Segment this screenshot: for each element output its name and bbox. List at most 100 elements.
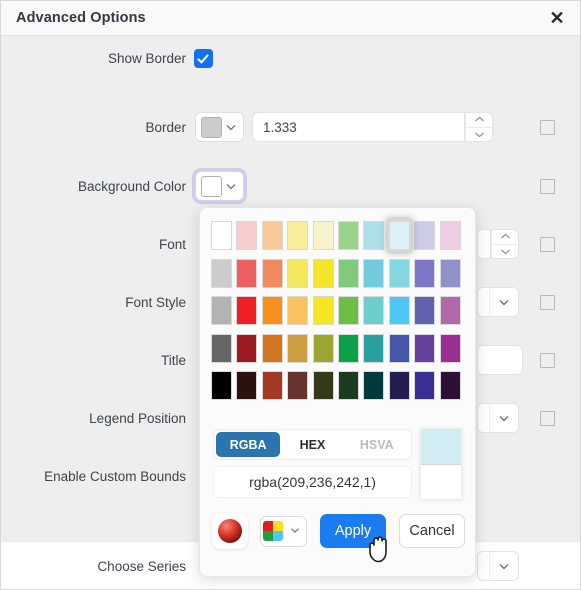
stepper-down-icon[interactable] [466,128,492,142]
font-size-stepper[interactable] [491,229,519,259]
chevron-down-icon [223,178,239,194]
color-swatch[interactable] [414,371,436,400]
color-swatch[interactable] [337,221,359,250]
color-swatch[interactable] [287,333,309,363]
color-swatch[interactable] [337,371,359,400]
color-preview [420,428,462,499]
color-swatch[interactable] [287,221,309,250]
apply-button[interactable]: Apply [320,514,386,548]
color-swatch[interactable] [236,296,258,325]
title-input[interactable] [477,345,523,375]
label-background-color: Background Color [77,178,186,194]
label-legend-position: Legend Position [89,410,186,426]
color-swatch[interactable] [211,221,232,250]
color-swatch[interactable] [312,371,334,400]
color-swatch[interactable] [363,221,385,250]
color-swatch[interactable] [261,221,283,250]
color-swatch[interactable] [211,258,232,288]
color-swatch[interactable] [439,221,461,250]
gradient-sphere-icon[interactable] [212,513,248,549]
color-swatch[interactable] [414,333,436,363]
color-swatch[interactable] [236,333,258,363]
tab-hex[interactable]: HEX [280,432,344,457]
background-color-override-checkbox[interactable] [540,178,555,194]
color-swatch[interactable] [388,296,410,325]
color-value-input[interactable]: rgba(209,236,242,1) [213,466,412,498]
color-swatch[interactable] [386,219,412,252]
label-enable-custom-bounds: Enable Custom Bounds [44,468,186,484]
color-swatch[interactable] [363,296,385,325]
color-swatch[interactable] [261,296,283,325]
tab-rgba[interactable]: RGBA [216,432,281,457]
color-swatch[interactable] [388,333,410,363]
color-preview-alpha [421,465,461,499]
control-legend-position [477,403,519,433]
font-override-checkbox[interactable] [540,236,555,252]
row-background-color: Background Color [1,166,580,206]
color-swatch[interactable] [211,371,232,400]
color-swatch[interactable] [337,333,359,363]
color-swatch[interactable] [414,296,436,325]
font-size-input[interactable] [477,229,491,259]
tab-hsva[interactable]: HSVA [345,432,409,457]
color-swatch[interactable] [414,258,436,288]
color-swatch[interactable] [363,371,385,400]
picker-button-row: Apply Cancel [212,513,465,549]
color-swatch[interactable] [287,371,309,400]
color-swatch[interactable] [312,221,334,250]
color-swatch[interactable] [388,371,410,400]
palette-quad-button[interactable] [260,515,307,547]
color-swatch[interactable] [211,296,232,325]
advanced-options-dialog: Advanced Options ✕ Show Border Border 1.… [0,0,581,590]
color-swatch[interactable] [261,333,283,363]
border-color-swatch-button[interactable] [195,112,244,142]
color-swatch[interactable] [312,258,334,288]
color-swatch[interactable] [211,333,232,363]
choose-series-select[interactable] [477,551,519,581]
color-swatch[interactable] [439,296,461,325]
stepper-up-icon[interactable] [466,113,492,128]
color-swatch[interactable] [363,333,385,363]
stepper-up-icon[interactable] [492,230,518,245]
legend-position-select[interactable] [477,403,519,433]
background-color-swatch-button[interactable] [195,171,244,201]
color-palette-grid [211,219,464,402]
control-font-style [477,287,519,317]
color-swatch[interactable] [363,258,385,288]
show-border-checkbox[interactable] [195,49,212,67]
color-swatch[interactable] [261,371,283,400]
stepper-down-icon[interactable] [492,245,518,259]
label-title: Title [160,352,186,368]
legend-position-override-checkbox[interactable] [540,410,555,426]
close-icon[interactable]: ✕ [546,7,568,29]
border-override-checkbox[interactable] [540,119,555,135]
color-swatch[interactable] [337,296,359,325]
color-swatch[interactable] [337,258,359,288]
border-width-input[interactable]: 1.333 [252,112,465,142]
color-swatch[interactable] [312,296,334,325]
color-swatch[interactable] [236,258,258,288]
color-swatch[interactable] [236,221,258,250]
cancel-button[interactable]: Cancel [399,514,465,548]
color-swatch[interactable] [388,258,410,288]
border-width-stepper[interactable] [465,112,493,142]
label-choose-series: Choose Series [97,558,186,574]
color-swatch[interactable] [414,221,436,250]
title-override-checkbox[interactable] [540,352,555,368]
color-swatch[interactable] [439,258,461,288]
background-color-swatch [201,175,222,197]
font-style-select[interactable] [477,287,519,317]
color-swatch[interactable] [287,296,309,325]
color-swatch[interactable] [287,258,309,288]
color-swatch[interactable] [439,371,461,400]
control-show-border [195,49,212,67]
row-show-border: Show Border [1,38,580,78]
color-swatch[interactable] [312,333,334,363]
color-swatch[interactable] [261,258,283,288]
dialog-titlebar: Advanced Options ✕ [1,1,580,36]
color-swatch[interactable] [236,371,258,400]
color-swatch[interactable] [439,333,461,363]
font-style-override-checkbox[interactable] [540,294,555,310]
palette-quad-icon [263,521,283,541]
chevron-down-icon [489,288,518,316]
